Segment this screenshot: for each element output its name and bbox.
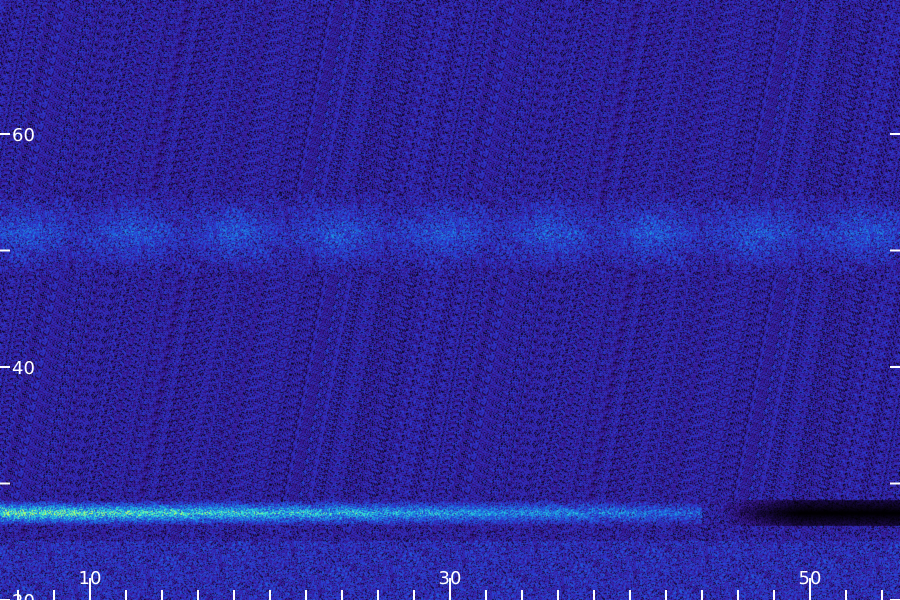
y-tick-label: 20	[12, 591, 35, 600]
y-tick-label: 40	[12, 358, 35, 379]
spectrogram-chart: 10 30 50 20 40 60	[0, 0, 900, 600]
x-tick-label: 10	[79, 568, 102, 589]
x-tick-label: 50	[799, 568, 822, 589]
chart-axes: 10 30 50 20 40 60	[0, 125, 900, 600]
x-tick-label: 30	[439, 568, 462, 589]
y-tick-label: 60	[12, 125, 35, 146]
